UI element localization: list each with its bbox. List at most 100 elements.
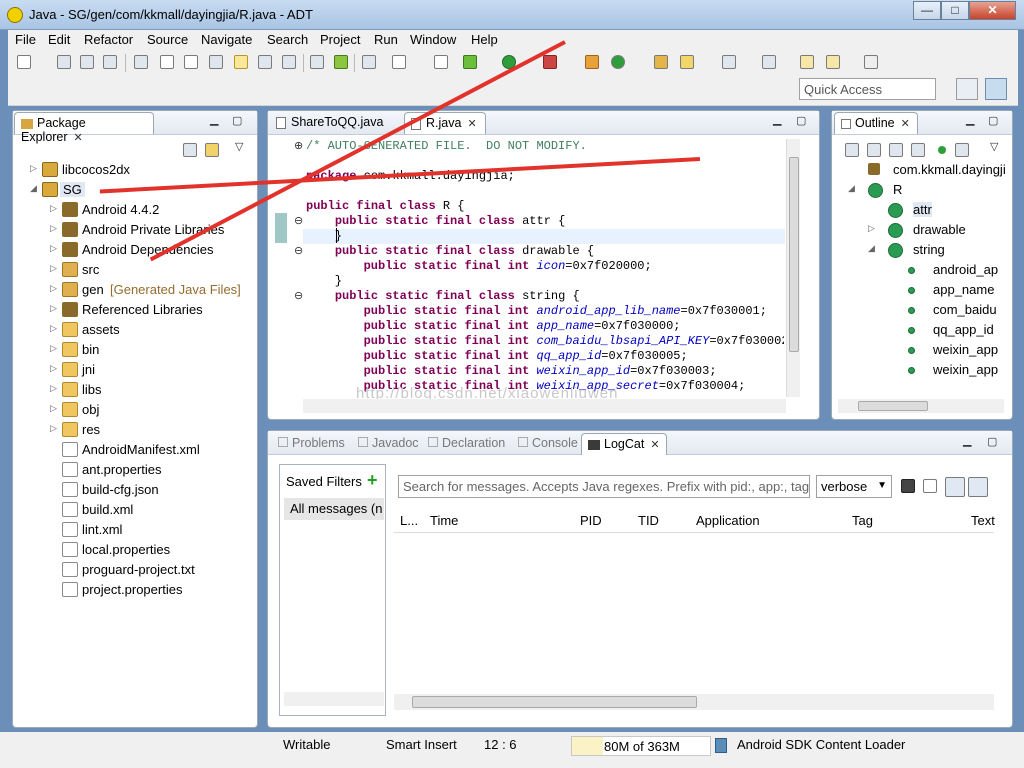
tree-item[interactable]: ant.properties [16, 460, 256, 480]
menu-source[interactable]: Source [147, 32, 188, 47]
open-task-icon[interactable] [209, 55, 223, 69]
trash-icon[interactable] [715, 738, 727, 753]
maximize-view-icon[interactable]: ▢ [988, 114, 998, 127]
clear-log-icon[interactable] [923, 479, 937, 493]
maximize-view-icon[interactable]: ▢ [987, 435, 997, 448]
tab-logcat[interactable]: LogCat ✕ [581, 433, 667, 455]
logcat-search-input[interactable]: Search for messages. Accepts Java regexe… [398, 475, 810, 498]
expand-toggle-icon[interactable]: ▷ [50, 283, 58, 293]
tree-item[interactable]: build-cfg.json [16, 480, 256, 500]
tree-item[interactable]: ▷ Android Dependencies [16, 240, 256, 260]
menu-edit[interactable]: Edit [48, 32, 70, 47]
minimize-view-icon[interactable]: ▁ [773, 113, 781, 126]
outline-item[interactable]: weixin_app [838, 360, 1008, 380]
task-checkbox-icon[interactable] [392, 55, 406, 69]
logcat-horizontal-scrollbar[interactable] [394, 694, 994, 710]
outline-item[interactable]: com_baidu [838, 300, 1008, 320]
log-level-select[interactable]: verbose ▼ [816, 475, 892, 498]
search-icon[interactable] [680, 55, 694, 69]
tab-javadoc[interactable]: Javadoc [352, 433, 425, 455]
close-icon[interactable]: ✕ [467, 118, 476, 130]
tree-item[interactable]: build.xml [16, 500, 256, 520]
expand-toggle-icon[interactable]: ▷ [50, 223, 58, 233]
menu-refactor[interactable]: Refactor [84, 32, 133, 47]
column-text[interactable]: Text [971, 513, 995, 528]
expand-toggle-icon[interactable]: ◢ [30, 183, 38, 193]
maximize-view-icon[interactable]: ▢ [796, 114, 806, 127]
collapse-fold-icon[interactable]: ⊖ [294, 214, 303, 227]
toggle-filters-icon[interactable] [945, 477, 965, 497]
expand-toggle-icon[interactable]: ▷ [50, 323, 58, 333]
save-all-icon[interactable] [80, 55, 94, 69]
save-log-icon[interactable] [901, 479, 915, 493]
outline-item[interactable]: qq_app_id [838, 320, 1008, 340]
tree-item[interactable]: ▷ Android 4.4.2 [16, 200, 256, 220]
minimize-view-icon[interactable]: ▁ [966, 113, 974, 126]
close-icon[interactable]: ✕ [901, 118, 910, 130]
editor-vertical-scrollbar[interactable] [786, 139, 800, 397]
outline-item[interactable]: ▷ drawable [838, 220, 1008, 240]
tree-item[interactable]: project.properties [16, 580, 256, 600]
close-icon[interactable]: ✕ [650, 439, 659, 451]
new-java-package-icon[interactable] [585, 55, 599, 69]
expand-toggle-icon[interactable]: ▷ [50, 243, 58, 253]
lint-icon[interactable] [362, 55, 376, 69]
mark-occurrences-icon[interactable] [234, 55, 248, 69]
next-annotation-icon[interactable] [722, 55, 736, 69]
expand-toggle-icon[interactable]: ▷ [50, 203, 58, 213]
open-perspective-icon[interactable] [956, 78, 978, 100]
block-selection-icon[interactable] [258, 55, 272, 69]
prev-annotation-icon[interactable] [762, 55, 776, 69]
outline-item[interactable]: com.kkmall.dayingji [838, 160, 1008, 180]
tree-item[interactable]: ▷ libs [16, 380, 256, 400]
menu-search[interactable]: Search [267, 32, 308, 47]
maximize-view-icon[interactable]: ▢ [232, 114, 242, 127]
outline-item[interactable]: attr [838, 200, 1008, 220]
all-messages-filter[interactable]: All messages (n [284, 498, 384, 520]
tab-r-java[interactable]: R.java ✕ [404, 112, 486, 134]
expand-toggle-icon[interactable]: ▷ [50, 303, 58, 313]
tree-item[interactable]: ▷ gen [Generated Java Files] [16, 280, 256, 300]
tab-console[interactable]: Console [512, 433, 584, 455]
print-icon[interactable] [103, 55, 117, 69]
tab-declaration[interactable]: Declaration [422, 433, 511, 455]
tree-item[interactable]: lint.xml [16, 520, 256, 540]
outline-item[interactable]: app_name [838, 280, 1008, 300]
hide-non-public-icon[interactable] [938, 146, 946, 154]
menu-help[interactable]: Help [471, 32, 498, 47]
scroll-thumb[interactable] [858, 401, 928, 411]
tree-item[interactable]: ▷ assets [16, 320, 256, 340]
new-icon[interactable] [17, 55, 31, 69]
collapse-fold-icon[interactable]: ⊖ [294, 244, 303, 257]
expand-toggle-icon[interactable]: ◢ [868, 243, 876, 253]
android-sdk-manager-icon[interactable] [310, 55, 324, 69]
back-icon[interactable] [800, 55, 814, 69]
tree-item[interactable]: AndroidManifest.xml [16, 440, 256, 460]
maximize-button[interactable]: □ [941, 1, 969, 20]
expand-toggle-icon[interactable]: ▷ [868, 223, 876, 233]
tree-item[interactable]: ▷ Referenced Libraries [16, 300, 256, 320]
column-pid[interactable]: PID [580, 513, 602, 528]
java-perspective-icon[interactable] [985, 78, 1007, 100]
menu-window[interactable]: Window [410, 32, 456, 47]
collapse-all-icon[interactable] [183, 143, 197, 157]
add-filter-icon[interactable]: + [367, 470, 378, 491]
outline-item[interactable]: android_ap [838, 260, 1008, 280]
column-tag[interactable]: Tag [852, 513, 873, 528]
tab-package-explorer[interactable]: Package Explorer ✕ [14, 112, 154, 144]
back-arrow-icon[interactable] [826, 55, 840, 69]
save-icon[interactable] [57, 55, 71, 69]
external-tools-icon[interactable] [543, 55, 557, 69]
hide-local-types-icon[interactable] [955, 143, 969, 157]
column-application[interactable]: Application [696, 513, 760, 528]
quick-access-input[interactable]: Quick Access [799, 78, 936, 100]
hide-static-icon[interactable] [911, 143, 925, 157]
tree-item[interactable]: ▷ libcocos2dx [16, 160, 256, 180]
open-type-icon[interactable] [654, 55, 668, 69]
minimize-button[interactable]: — [913, 1, 941, 20]
scroll-thumb[interactable] [789, 157, 799, 352]
tree-item[interactable]: ▷ src [16, 260, 256, 280]
expand-toggle-icon[interactable]: ▷ [50, 383, 58, 393]
expand-toggle-icon[interactable]: ◢ [848, 183, 856, 193]
menu-run[interactable]: Run [374, 32, 398, 47]
